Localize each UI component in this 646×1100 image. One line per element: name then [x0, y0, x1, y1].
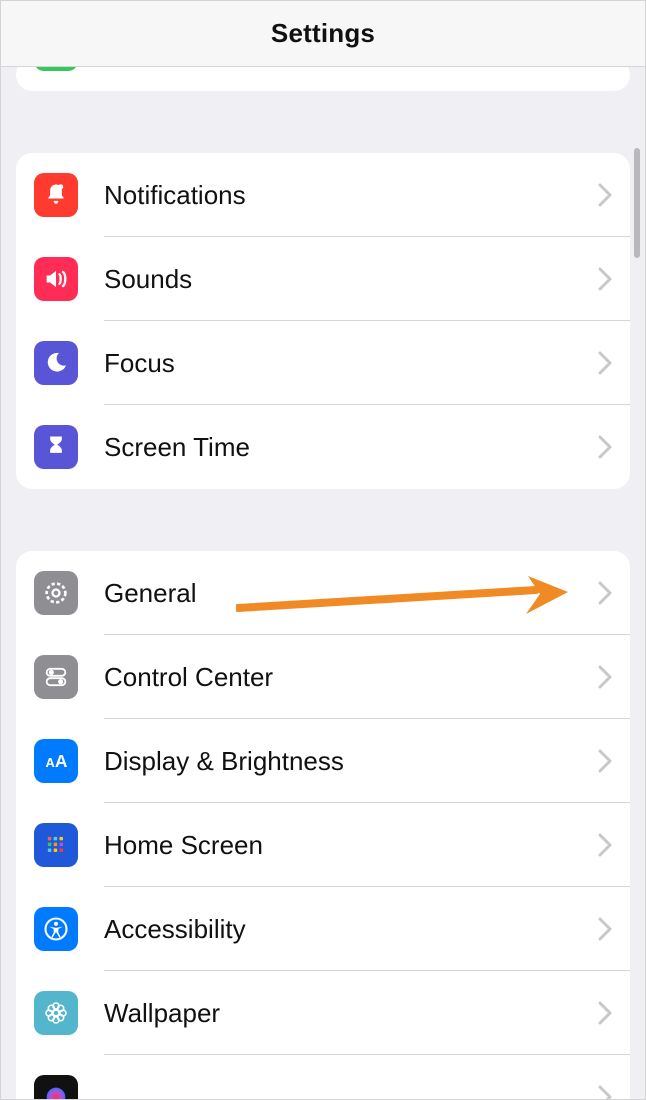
flower-icon: [34, 991, 78, 1035]
chevron-right-icon: [598, 267, 612, 291]
settings-row-label: Sounds: [78, 264, 598, 295]
moon-icon: [34, 341, 78, 385]
settings-row-label: Notifications: [78, 180, 598, 211]
settings-group-0: [16, 67, 630, 91]
settings-row-notifications[interactable]: Notifications: [16, 153, 630, 237]
text-size-icon: AA: [34, 739, 78, 783]
svg-text:A: A: [46, 755, 55, 770]
settings-row-label: General: [78, 578, 598, 609]
speaker-icon: [34, 257, 78, 301]
settings-row-partial[interactable]: [16, 67, 630, 91]
chevron-right-icon: [598, 435, 612, 459]
settings-group-1: Notifications Sounds Focus: [16, 153, 630, 489]
chevron-right-icon: [598, 351, 612, 375]
partial-icon: [34, 67, 78, 71]
chevron-right-icon: [598, 833, 612, 857]
chevron-right-icon: [598, 1085, 612, 1100]
settings-row-focus[interactable]: Focus: [16, 321, 630, 405]
chevron-right-icon: [598, 749, 612, 773]
switches-icon: [34, 655, 78, 699]
chevron-right-icon: [598, 581, 612, 605]
chevron-right-icon: [598, 917, 612, 941]
settings-row-accessibility[interactable]: Accessibility: [16, 887, 630, 971]
person-circle-icon: [34, 907, 78, 951]
settings-row-siri[interactable]: [16, 1055, 630, 1100]
settings-row-label: Accessibility: [78, 914, 598, 945]
settings-row-wallpaper[interactable]: Wallpaper: [16, 971, 630, 1055]
settings-row-label: Wallpaper: [78, 998, 598, 1029]
siri-orb-icon: [34, 1075, 78, 1100]
settings-row-general[interactable]: General: [16, 551, 630, 635]
svg-text:A: A: [55, 751, 68, 771]
hourglass-icon: [34, 425, 78, 469]
settings-row-sounds[interactable]: Sounds: [16, 237, 630, 321]
bell-icon: [34, 173, 78, 217]
settings-row-label: Screen Time: [78, 432, 598, 463]
settings-scroll[interactable]: Notifications Sounds Focus: [0, 67, 646, 1100]
chevron-right-icon: [598, 1001, 612, 1025]
gear-icon: [34, 571, 78, 615]
scrollbar-indicator: [634, 148, 640, 258]
settings-row-controlcenter[interactable]: Control Center: [16, 635, 630, 719]
settings-row-label: Focus: [78, 348, 598, 379]
settings-row-label: Control Center: [78, 662, 598, 693]
header: Settings: [0, 0, 646, 67]
settings-group-2: General Control Center AA Display & Brig…: [16, 551, 630, 1100]
settings-row-homescreen[interactable]: Home Screen: [16, 803, 630, 887]
chevron-right-icon: [598, 183, 612, 207]
settings-row-label: Display & Brightness: [78, 746, 598, 777]
settings-row-display[interactable]: AA Display & Brightness: [16, 719, 630, 803]
settings-row-label: Home Screen: [78, 830, 598, 861]
settings-row-screentime[interactable]: Screen Time: [16, 405, 630, 489]
apps-grid-icon: [34, 823, 78, 867]
chevron-right-icon: [598, 665, 612, 689]
page-title: Settings: [271, 18, 375, 49]
